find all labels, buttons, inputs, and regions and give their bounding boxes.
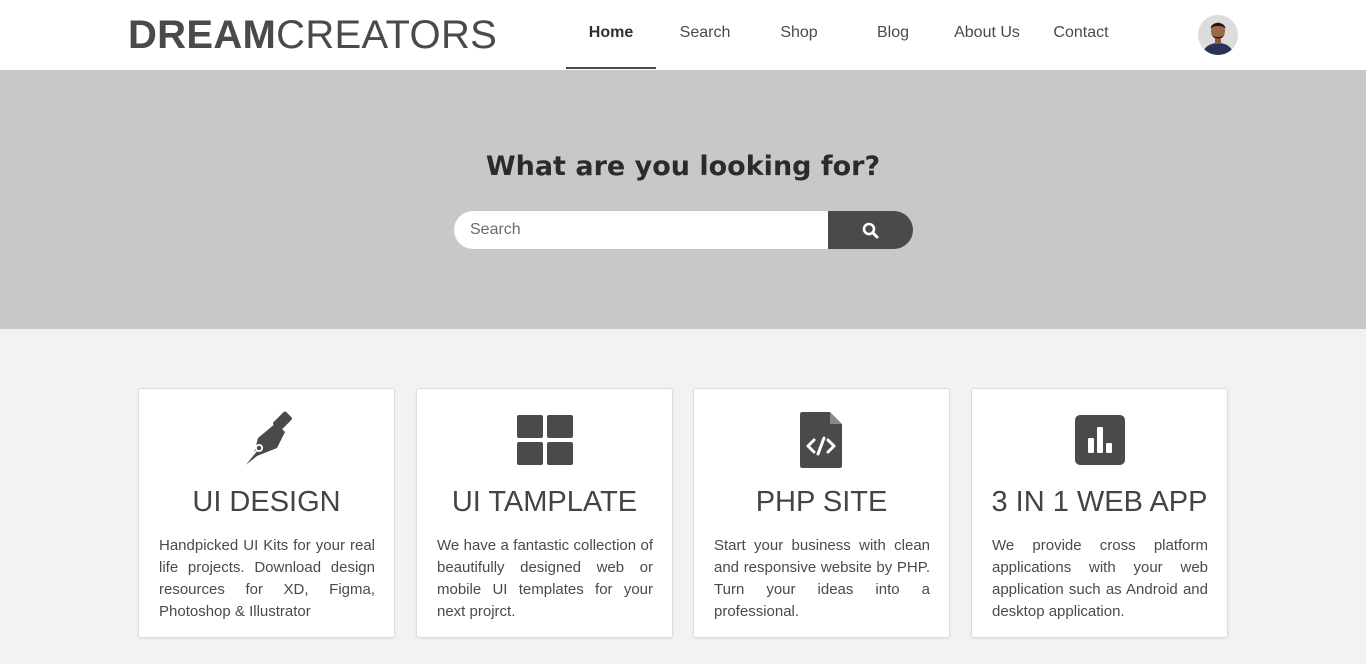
card-title: PHP SITE: [755, 486, 888, 518]
card-title: UI TAMPLATE: [451, 486, 638, 518]
logo[interactable]: DREAMCREATORS: [128, 14, 497, 56]
avatar-image: [1198, 15, 1238, 55]
nav-blog[interactable]: Blog: [848, 0, 938, 69]
card-ui-template[interactable]: UI TAMPLATE We have a fantastic collecti…: [416, 388, 673, 638]
card-ui-design[interactable]: UI DESIGN Handpicked UI Kits for your re…: [138, 388, 395, 638]
card-description: Start your business with clean and respo…: [714, 537, 930, 620]
logo-bold-text: DREAM: [128, 13, 277, 57]
hero-title: What are you looking for?: [485, 151, 881, 182]
code-file-icon: [694, 411, 949, 469]
user-avatar[interactable]: [1198, 15, 1238, 55]
logo-light-text: CREATORS: [276, 13, 498, 57]
nav-about-us[interactable]: About Us: [942, 0, 1032, 69]
search-input[interactable]: [454, 211, 829, 249]
card-description: We have a fantastic collection of beauti…: [437, 537, 653, 620]
bar-chart-icon: [972, 411, 1227, 469]
card-title: UI DESIGN: [192, 486, 341, 518]
search-button[interactable]: [828, 211, 913, 249]
card-title: 3 IN 1 WEB APP: [991, 486, 1208, 518]
nav-search[interactable]: Search: [660, 0, 750, 69]
header: DREAMCREATORS Home Search Shop Blog Abou…: [0, 0, 1366, 70]
pen-nib-icon: [139, 411, 394, 469]
nav-shop[interactable]: Shop: [754, 0, 844, 69]
card-web-app[interactable]: 3 IN 1 WEB APP We provide cross platform…: [971, 388, 1228, 638]
card-php-site[interactable]: PHP SITE Start your business with clean …: [693, 388, 950, 638]
card-description: We provide cross platform applications w…: [992, 537, 1208, 620]
nav-contact[interactable]: Contact: [1036, 0, 1126, 69]
search-icon: [862, 222, 879, 239]
nav-home[interactable]: Home: [566, 0, 656, 69]
search-bar: [454, 211, 913, 249]
grid-icon: [417, 411, 672, 469]
hero-section: What are you looking for?: [0, 70, 1366, 329]
card-description: Handpicked UI Kits for your real life pr…: [159, 537, 375, 620]
